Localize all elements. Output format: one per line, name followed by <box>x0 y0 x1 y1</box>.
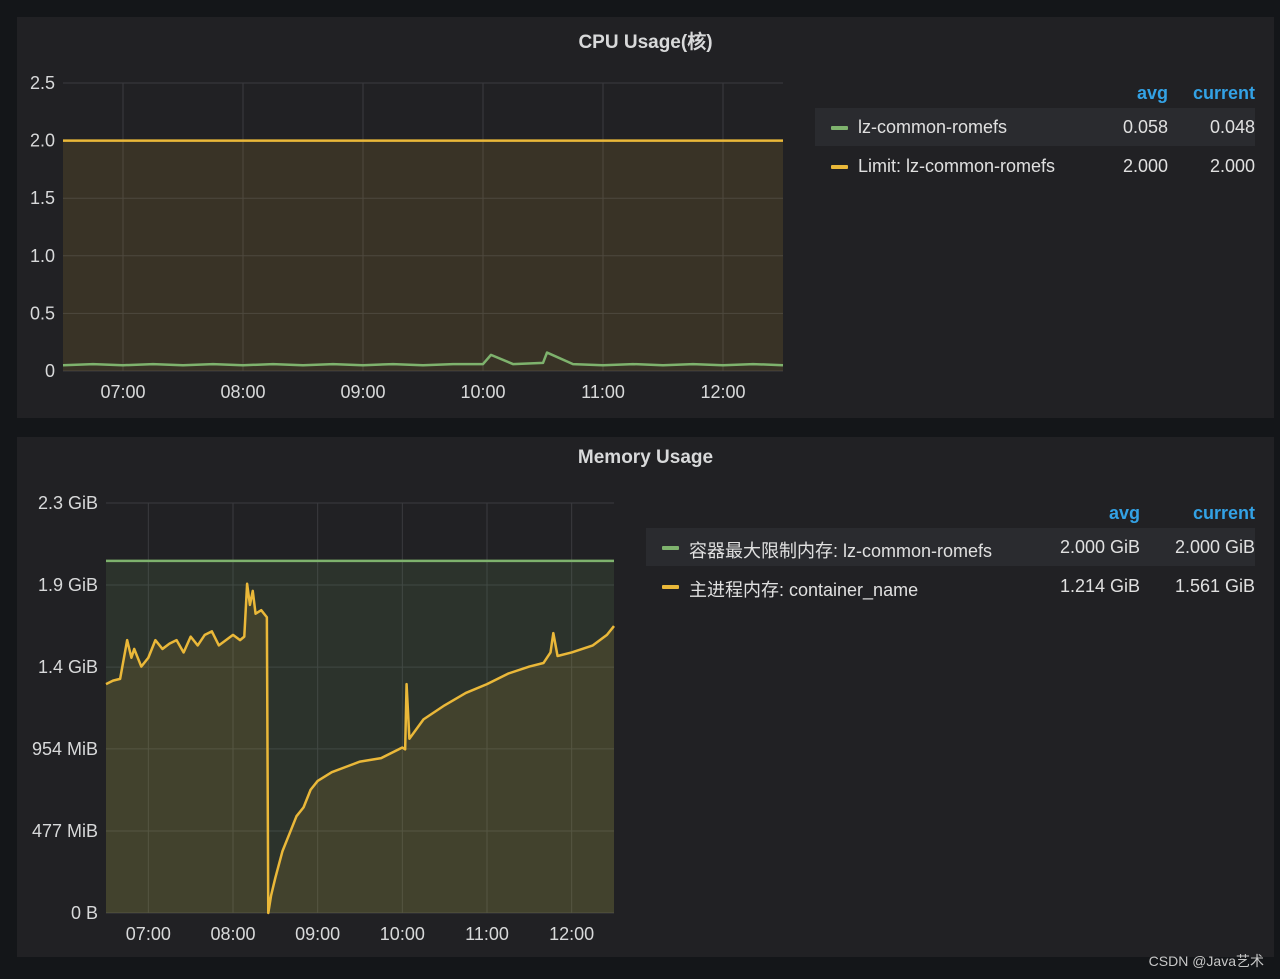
memory-usage-panel: Memory Usage 0 B 477 MiB 954 MiB 1.4 GiB 1.9… <box>17 437 1274 957</box>
x-tick-label: 07:00 <box>100 382 145 402</box>
x-tick-label: 11:00 <box>581 382 625 402</box>
watermark: CSDN @Java艺术 <box>1148 953 1264 969</box>
x-tick-label: 10:00 <box>380 924 425 944</box>
y-tick-label: 2.0 <box>30 131 55 151</box>
legend-row-cpu-limit[interactable]: Limit: lz-common-romefs 2.000 2.000 <box>815 147 1255 185</box>
x-tick-label: 07:00 <box>126 924 171 944</box>
series-fill-1 <box>63 140 783 371</box>
x-tick-label: 10:00 <box>460 382 505 402</box>
legend-current-value: 0.048 <box>1209 117 1255 137</box>
legend-swatch <box>662 585 679 589</box>
legend-header-avg[interactable]: avg <box>1137 83 1168 104</box>
y-tick-label: 1.4 GiB <box>38 657 98 677</box>
y-tick-label: 2.3 GiB <box>38 493 98 513</box>
legend-current-value: 2.000 GiB <box>1174 537 1255 557</box>
legend-header-current[interactable]: current <box>1193 503 1255 524</box>
legend-row-memory-limit[interactable]: 容器最大限制内存: lz-common-romefs 2.000 GiB 2.0… <box>646 528 1255 566</box>
legend-current-value: 2.000 <box>1209 156 1255 176</box>
x-tick-label: 08:00 <box>220 382 265 402</box>
x-tick-label: 08:00 <box>210 924 255 944</box>
memory-legend: avg current 容器最大限制内存: lz-common-romefs 2… <box>646 503 1255 623</box>
cpu-usage-panel: CPU Usage(核) 0 0.5 1.0 1.5 2.0 2.5 07:00 08:00 0… <box>17 17 1274 418</box>
legend-swatch <box>831 165 848 169</box>
y-tick-label: 0.5 <box>30 303 55 323</box>
legend-avg-value: 0.058 <box>1122 117 1168 137</box>
y-tick-label: 1.0 <box>30 246 55 266</box>
legend-avg-value: 2.000 <box>1122 156 1168 176</box>
memory-chart: 0 B 477 MiB 954 MiB 1.4 GiB 1.9 GiB 2.3 GiB 07… <box>32 493 615 944</box>
y-tick-label: 477 MiB <box>32 821 98 841</box>
y-tick-label: 0 <box>45 361 55 381</box>
x-tick-label: 11:00 <box>465 924 509 944</box>
legend-series-name[interactable]: lz-common-romefs <box>858 117 1007 138</box>
legend-header-current[interactable]: current <box>1193 83 1255 104</box>
legend-header-avg[interactable]: avg <box>1109 503 1140 524</box>
x-tick-label: 12:00 <box>700 382 745 402</box>
legend-series-name[interactable]: 容器最大限制内存: lz-common-romefs <box>689 537 992 563</box>
x-tick-label: 09:00 <box>340 382 385 402</box>
legend-series-name[interactable]: 主进程内存: container_name <box>689 576 918 602</box>
legend-avg-value: 1.214 GiB <box>1059 576 1140 596</box>
x-tick-label: 12:00 <box>549 924 594 944</box>
legend-swatch <box>831 126 848 130</box>
y-tick-label: 0 B <box>71 903 98 923</box>
legend-current-value: 1.561 GiB <box>1174 576 1255 596</box>
y-tick-label: 1.5 <box>30 188 55 208</box>
x-tick-label: 09:00 <box>295 924 340 944</box>
legend-avg-value: 2.000 GiB <box>1059 537 1140 557</box>
legend-swatch <box>662 546 679 550</box>
legend-series-name[interactable]: Limit: lz-common-romefs <box>858 156 1055 177</box>
cpu-legend: avg current lz-common-romefs 0.058 0.048… <box>815 83 1255 203</box>
legend-row-memory-process[interactable]: 主进程内存: container_name 1.214 GiB 1.561 Gi… <box>646 567 1255 605</box>
y-tick-label: 1.9 GiB <box>38 575 98 595</box>
y-tick-label: 2.5 <box>30 73 55 93</box>
cpu-chart: 0 0.5 1.0 1.5 2.0 2.5 07:00 08:00 09:00 10:00 11:0… <box>30 73 784 402</box>
legend-row-cpu-usage[interactable]: lz-common-romefs 0.058 0.048 <box>815 108 1255 146</box>
y-tick-label: 954 MiB <box>32 739 98 759</box>
